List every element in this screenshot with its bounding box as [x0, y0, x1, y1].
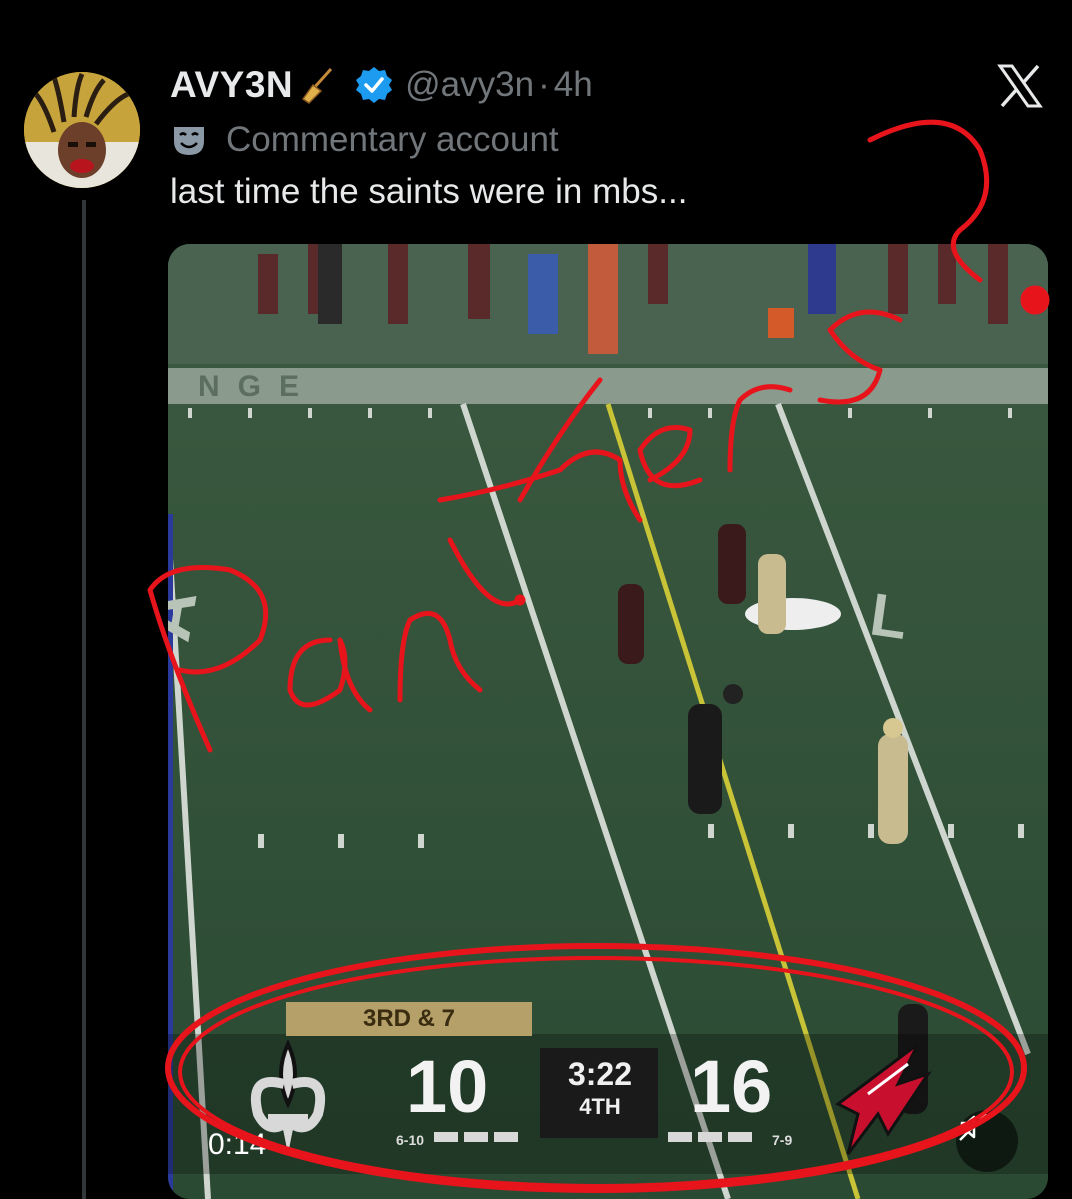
- account-label[interactable]: Commentary account: [170, 118, 559, 162]
- timestamp[interactable]: 4h: [554, 65, 593, 105]
- broom-icon: [297, 65, 337, 105]
- svg-text:NGE: NGE: [198, 370, 317, 403]
- video-player[interactable]: NGE L A 3RD & 7 10 3:22 4TH 16 6-10 7-9 …: [168, 244, 1048, 1199]
- home-score: 10: [406, 1045, 489, 1128]
- separator: ·: [538, 65, 550, 104]
- down-distance: 3RD & 7: [286, 1002, 532, 1036]
- home-record: 6-10: [396, 1132, 425, 1148]
- avatar-image: [24, 72, 140, 188]
- avatar[interactable]: [24, 72, 140, 188]
- muted-speaker-icon: [959, 1113, 987, 1141]
- display-name[interactable]: AVY3N: [170, 64, 293, 106]
- theater-mask-icon: [170, 121, 208, 159]
- tweet-text: last time the saints were in mbs...: [170, 172, 688, 211]
- away-record: 7-9: [772, 1132, 793, 1148]
- handle[interactable]: @avy3n: [405, 65, 534, 105]
- thread-line: [82, 200, 86, 1199]
- verified-badge-icon[interactable]: [355, 66, 393, 104]
- game-clock: 3:22: [567, 1056, 633, 1092]
- game-quarter: 4TH: [579, 1094, 621, 1119]
- tweet-header: AVY3N @avy3n · 4h: [170, 60, 593, 110]
- video-timestamp: 0:14: [208, 1128, 267, 1161]
- mute-button[interactable]: [956, 1110, 1018, 1172]
- away-score: 16: [690, 1045, 773, 1128]
- account-label-text: Commentary account: [226, 120, 559, 159]
- x-logo-icon[interactable]: [996, 62, 1044, 110]
